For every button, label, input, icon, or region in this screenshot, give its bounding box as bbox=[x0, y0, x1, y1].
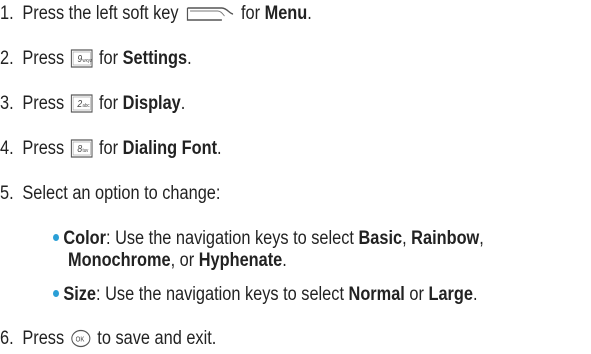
option-name: Color bbox=[63, 228, 106, 249]
step-period: . bbox=[180, 93, 186, 114]
choice-large: Large bbox=[428, 284, 473, 305]
step-4: 4. Press 8 tuv for Dialing Font. bbox=[0, 138, 222, 164]
key-2-abc-icon: 2 abc bbox=[70, 94, 93, 119]
key-8-tuv-icon: 8 tuv bbox=[70, 139, 93, 164]
ok-key-icon: OK bbox=[70, 329, 91, 354]
step-5: 5. Select an option to change: bbox=[0, 183, 220, 205]
step-number: 3. bbox=[0, 93, 14, 114]
option-text: : Use the navigation keys to select bbox=[96, 284, 344, 305]
step-text-end: to save and exit. bbox=[97, 328, 217, 349]
step-3: 3. Press 2 abc for Display. bbox=[0, 93, 185, 119]
option-name: Size bbox=[63, 284, 97, 305]
step-for: for bbox=[99, 138, 119, 159]
menu-label: Menu bbox=[264, 3, 308, 24]
bullet-icon bbox=[53, 234, 60, 241]
choice-monochrome: Monochrome bbox=[68, 250, 171, 271]
step-text: Press bbox=[22, 328, 65, 349]
key-9-wxyz-icon: 9 wxyz bbox=[70, 49, 93, 74]
choice-period: . bbox=[472, 284, 478, 305]
dialing-font-label: Dialing Font bbox=[122, 138, 218, 159]
choice-sep: , bbox=[479, 228, 484, 249]
svg-text:OK: OK bbox=[76, 336, 85, 344]
svg-text:abc: abc bbox=[82, 103, 90, 108]
display-label: Display bbox=[122, 93, 181, 114]
choice-rainbow: Rainbow bbox=[411, 228, 480, 249]
bullet-icon bbox=[53, 290, 60, 297]
step-period: . bbox=[307, 3, 312, 24]
instruction-list: 1. Press the left soft key for Menu. 2. Pr… bbox=[0, 0, 591, 351]
choice-period: . bbox=[282, 250, 287, 271]
option-color-continued: Monochrome, or Hyphenate. bbox=[68, 250, 287, 272]
step-text: Press bbox=[22, 48, 65, 69]
svg-text:wxyz: wxyz bbox=[82, 58, 92, 63]
step-1: 1. Press the left soft key for Menu. bbox=[0, 3, 312, 29]
step-for: for bbox=[240, 3, 261, 24]
option-text: : Use the navigation keys to select bbox=[105, 228, 354, 249]
choice-sep: , bbox=[402, 228, 407, 249]
step-number: 4. bbox=[0, 138, 14, 159]
step-number: 2. bbox=[0, 48, 14, 69]
step-number: 6. bbox=[0, 328, 14, 349]
settings-label: Settings bbox=[122, 48, 188, 69]
choice-hyphenate: Hyphenate bbox=[198, 250, 283, 271]
step-text: Press the left soft key bbox=[22, 3, 179, 24]
svg-text:tuv: tuv bbox=[82, 148, 88, 153]
choice-sep: or bbox=[409, 284, 424, 305]
step-text: Press bbox=[22, 93, 65, 114]
choice-basic: Basic bbox=[358, 228, 403, 249]
step-number: 1. bbox=[0, 3, 14, 24]
step-number: 5. bbox=[0, 183, 14, 204]
choice-normal: Normal bbox=[348, 284, 405, 305]
option-color: Color: Use the navigation keys to select… bbox=[53, 228, 484, 250]
step-for: for bbox=[99, 48, 119, 69]
step-6: 6. Press OK to save and exit. bbox=[0, 328, 216, 354]
step-for: for bbox=[99, 93, 119, 114]
choice-sep: , or bbox=[170, 250, 195, 271]
step-text: Select an option to change: bbox=[22, 183, 221, 204]
svg-text:9: 9 bbox=[77, 53, 82, 64]
step-period: . bbox=[217, 138, 222, 159]
left-soft-key-icon bbox=[185, 5, 235, 29]
step-2: 2. Press 9 wxyz for Settings. bbox=[0, 48, 192, 74]
option-size: Size: Use the navigation keys to select … bbox=[53, 284, 478, 306]
step-text: Press bbox=[22, 138, 65, 159]
step-period: . bbox=[187, 48, 192, 69]
